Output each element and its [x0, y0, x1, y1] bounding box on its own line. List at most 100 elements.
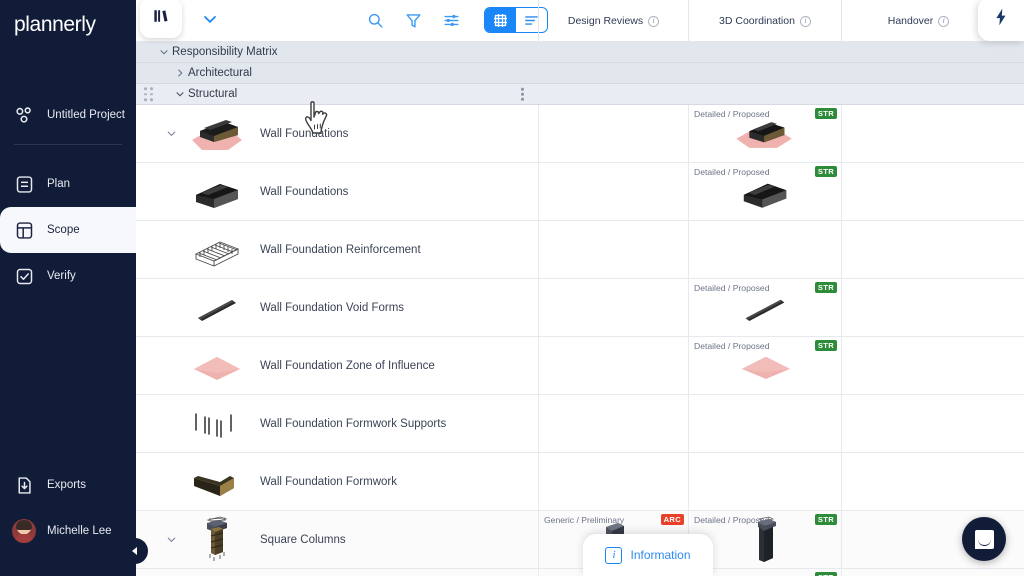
lightning-bolt-icon: [991, 7, 1011, 32]
formwork-panel-thumb: [186, 458, 248, 506]
cell-design-reviews[interactable]: [538, 453, 688, 510]
sidebar-collapse-button[interactable]: [122, 538, 148, 564]
row-label: Wall Foundations: [260, 185, 349, 198]
cell-design-reviews[interactable]: [538, 337, 688, 394]
chevron-down-icon[interactable]: [156, 533, 186, 546]
view-dropdown-button[interactable]: [196, 8, 224, 34]
column-header-3d-coordination[interactable]: 3D Coordination i: [688, 0, 841, 42]
grid-view-icon[interactable]: [485, 8, 516, 32]
cell-design-reviews[interactable]: [538, 163, 688, 220]
cell-handover[interactable]: [841, 569, 1024, 576]
filter-icon[interactable]: [402, 9, 424, 31]
tree-row-structural[interactable]: Structural: [136, 84, 1024, 105]
row-name-cell: Wall Foundation Zone of Influence: [136, 337, 538, 394]
tree-row-responsibility-matrix[interactable]: Responsibility Matrix: [136, 42, 1024, 63]
sidebar-item-label-scope: Scope: [47, 224, 80, 236]
tree-row-label: Structural: [188, 88, 238, 100]
wall-foundation-thumb: [729, 170, 801, 216]
info-icon[interactable]: i: [648, 15, 660, 27]
column-header-design-reviews[interactable]: Design Reviews i: [538, 0, 688, 42]
status-badge: STR: [814, 108, 837, 119]
cell-handover[interactable]: [841, 105, 1024, 162]
app-root: plannerly Untitled Project Plan Scope Ve…: [0, 0, 1024, 576]
wall-foundation-thumb: [186, 168, 248, 216]
row-name-cell: Wall Foundations: [136, 163, 538, 220]
sidebar-item-verify[interactable]: Verify: [0, 253, 136, 299]
scope-icon: [12, 218, 36, 242]
cell-handover[interactable]: [841, 395, 1024, 452]
cell-handover[interactable]: [841, 221, 1024, 278]
chevron-right-icon[interactable]: [172, 67, 188, 79]
table-row[interactable]: Wall Foundation Zone of Influence Detail…: [136, 337, 1024, 395]
chevron-down-icon[interactable]: [156, 46, 172, 58]
row-name-cell: Wall Foundation Void Forms: [136, 279, 538, 336]
tree-row-label: Responsibility Matrix: [172, 46, 278, 58]
status-badge: STR: [814, 282, 837, 293]
verify-icon: [12, 264, 36, 288]
row-name-cell: Wall Foundation Formwork: [136, 453, 538, 510]
brand-logo[interactable]: plannerly: [0, 0, 136, 50]
sidebar-item-project[interactable]: Untitled Project: [0, 92, 136, 138]
sidebar-nav: Plan Scope Verify: [0, 161, 136, 299]
cell-design-reviews[interactable]: [538, 105, 688, 162]
search-icon[interactable]: [364, 9, 386, 31]
cell-handover[interactable]: [841, 453, 1024, 510]
row-label: Square Columns: [260, 533, 346, 546]
sidebar-item-user[interactable]: Michelle Lee: [0, 508, 136, 554]
rebar-cage-thumb: [186, 226, 248, 274]
table-row[interactable]: Wall Foundation Formwork Supports: [136, 395, 1024, 453]
info-icon[interactable]: i: [938, 15, 950, 27]
row-menu-icon[interactable]: [521, 87, 524, 101]
sliders-icon[interactable]: [440, 9, 462, 31]
row-name-cell: Wall Foundation Reinforcement: [136, 221, 538, 278]
toolbar-tools: [364, 7, 548, 33]
cell-3d-coordination[interactable]: [688, 453, 841, 510]
tree-row-label: Architectural: [188, 67, 252, 79]
cell-3d-coordination[interactable]: [688, 221, 841, 278]
formwork-supports-thumb: [186, 400, 248, 448]
sidebar-divider: [14, 144, 122, 145]
sidebar-bottom: Exports Michelle Lee: [0, 462, 136, 554]
cell-3d-coordination[interactable]: Detailed / Proposed STR: [688, 279, 841, 336]
cell-handover[interactable]: [841, 163, 1024, 220]
chevron-down-icon[interactable]: [156, 127, 186, 140]
info-icon[interactable]: i: [799, 15, 811, 27]
sidebar-item-label-plan: Plan: [47, 178, 71, 190]
table-row[interactable]: Wall Foundation Void Forms Detailed / Pr…: [136, 279, 1024, 337]
cell-design-reviews[interactable]: [538, 279, 688, 336]
chevron-left-icon: [131, 547, 137, 555]
sidebar-item-exports[interactable]: Exports: [0, 462, 136, 508]
table-row[interactable]: Wall Foundations Detailed / Proposed STR: [136, 163, 1024, 221]
sidebar-item-plan[interactable]: Plan: [0, 161, 136, 207]
table-row[interactable]: Wall Foundations Detailed / Proposed STR: [136, 105, 1024, 163]
export-icon: [12, 473, 36, 497]
table-row[interactable]: Wall Foundation Formwork: [136, 453, 1024, 511]
status-badge: STR: [814, 572, 837, 576]
drag-handle-icon[interactable]: [144, 87, 153, 101]
information-button[interactable]: i Information: [583, 534, 713, 576]
quick-actions-button[interactable]: [978, 0, 1024, 41]
row-label: Wall Foundation Zone of Influence: [260, 359, 435, 372]
wall-foundation-with-zone-thumb: [186, 110, 248, 158]
table-row[interactable]: ARC STR: [136, 569, 1024, 576]
tree-row-architectural[interactable]: Architectural: [136, 63, 1024, 84]
table-row[interactable]: Square Columns Generic / Preliminary ARC: [136, 511, 1024, 569]
plan-icon: [12, 172, 36, 196]
column-header-handover[interactable]: Handover i: [841, 0, 995, 42]
library-button[interactable]: [140, 0, 182, 38]
sidebar-item-scope[interactable]: Scope: [0, 207, 136, 253]
sidebar-user-name: Michelle Lee: [47, 525, 112, 537]
scope-grid: Wall Foundations Detailed / Proposed STR: [136, 105, 1024, 576]
cell-design-reviews[interactable]: [538, 395, 688, 452]
table-row[interactable]: Wall Foundation Reinforcement: [136, 221, 1024, 279]
cell-design-reviews[interactable]: [538, 221, 688, 278]
cell-handover[interactable]: [841, 279, 1024, 336]
cell-handover[interactable]: [841, 337, 1024, 394]
cell-3d-coordination[interactable]: Detailed / Proposed STR: [688, 105, 841, 162]
cell-3d-coordination[interactable]: Detailed / Proposed STR: [688, 163, 841, 220]
cell-3d-coordination[interactable]: [688, 395, 841, 452]
status-badge: ARC: [660, 514, 684, 525]
cell-3d-coordination[interactable]: Detailed / Proposed STR: [688, 337, 841, 394]
chevron-down-icon[interactable]: [172, 88, 188, 100]
chat-launcher-button[interactable]: [962, 517, 1006, 561]
